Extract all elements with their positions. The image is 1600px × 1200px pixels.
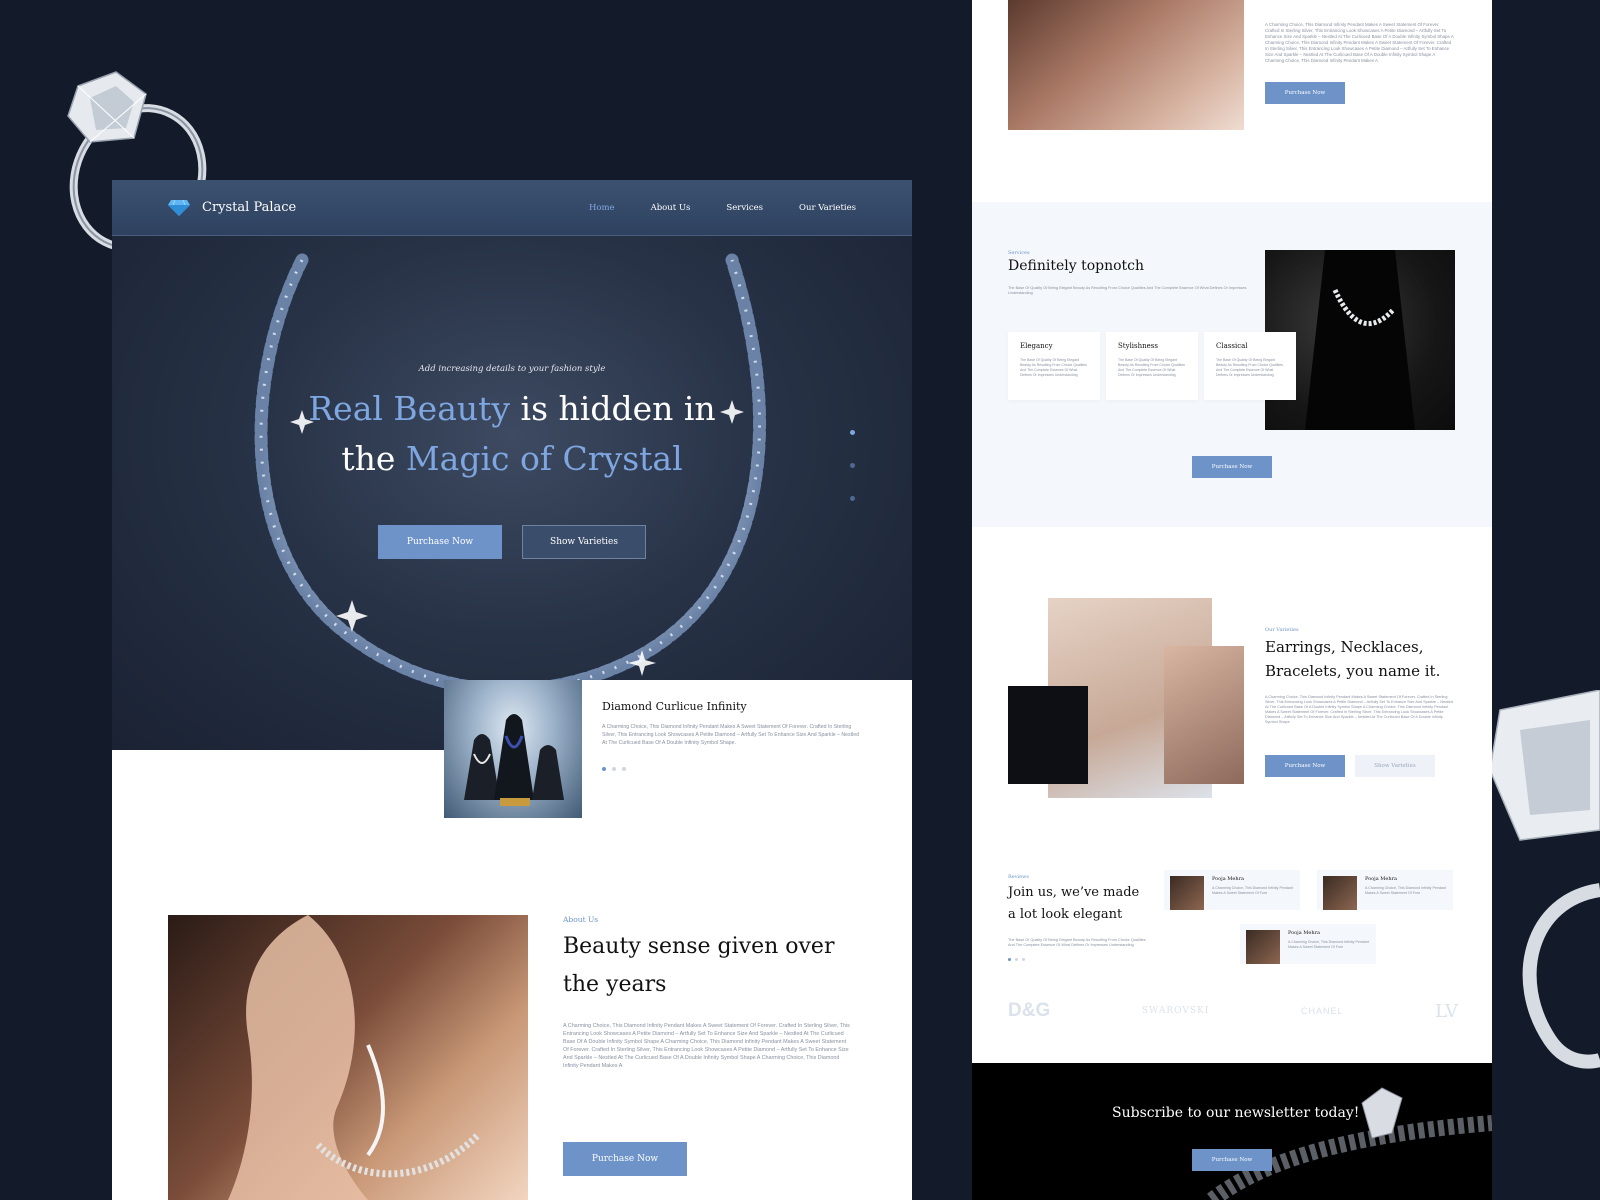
ring-illustration-right: [1490, 690, 1600, 1069]
varieties-eyebrow: Our Varieties: [1265, 627, 1299, 633]
review-card: Pooja Mehra A Charming Choice, This Diam…: [1240, 924, 1376, 964]
necklace-thumbnail: [1008, 686, 1088, 784]
services-purchase-button[interactable]: Purchase Now: [1192, 456, 1272, 478]
about-purchase-button[interactable]: Purchase Now: [563, 1142, 687, 1176]
slider-dot[interactable]: [622, 767, 626, 771]
top-nav: Crystal Palace Home About Us Services Ou…: [112, 180, 912, 236]
review-text: A Charming Choice, This Diamond Infinity…: [1365, 886, 1446, 895]
card-slider-dots: [602, 767, 892, 771]
slider-dot[interactable]: [602, 767, 606, 771]
feature-card: Elegancy The Base Of Quality Of Being El…: [1008, 332, 1100, 400]
jewelry-display-illustration: [464, 714, 564, 806]
feature-description: The Base Of Quality Of Being Elegant Bea…: [1020, 358, 1087, 377]
slider-dot[interactable]: [1008, 958, 1011, 961]
brand-name[interactable]: Crystal Palace: [202, 200, 296, 215]
diamond-icon: [168, 199, 190, 216]
avatar: [1246, 930, 1280, 964]
avatar: [1323, 876, 1357, 910]
nav-about-us[interactable]: About Us: [651, 203, 691, 213]
brand-logo-lv: LV: [1435, 1000, 1458, 1022]
reviewer-name: Pooja Mehra: [1212, 876, 1244, 882]
feature-description: The Base Of Quality Of Being Elegant Bea…: [1216, 358, 1283, 377]
heart-ring-illustration: [1207, 1087, 1492, 1200]
purchase-now-button-small[interactable]: Purchase Now: [1265, 82, 1345, 104]
reviews-description: The Base Of Quality Of Being Elegant Bea…: [1008, 938, 1146, 947]
newsletter-section: Subscribe to our newsletter today! Purch…: [972, 1063, 1492, 1200]
varieties-title: Earrings, Necklaces, Bracelets, you name…: [1265, 638, 1441, 680]
about-section: About Us Beauty sense given over the yea…: [563, 915, 863, 1070]
brand-logo-swarovski: SWAROVSKI: [1141, 1006, 1210, 1016]
model-earring-illustration: [228, 915, 481, 1200]
feature-description: The Base Of Quality Of Being Elegant Bea…: [1118, 358, 1185, 377]
about-paragraph: A Charming Choice, This Diamond Infinity…: [563, 1023, 850, 1069]
services-section: Services Definitely topnotch The Base Of…: [972, 202, 1492, 527]
longpage-mockup: A Charming Choice, This Diamond Infinity…: [972, 0, 1492, 1200]
reviews-eyebrow: Reviews: [1008, 874, 1029, 880]
earring-thumbnail: [1164, 646, 1244, 784]
varieties-section: Our Varieties Earrings, Necklaces, Brace…: [1265, 627, 1455, 777]
about-paragraph-small: A Charming Choice, This Diamond Infinity…: [1265, 22, 1454, 63]
brand-logo-dg: D&G: [1008, 1000, 1051, 1021]
feature-title: Stylishness: [1118, 342, 1158, 350]
newsletter-title: Subscribe to our newsletter today!: [1112, 1105, 1360, 1121]
slider-dot[interactable]: [850, 496, 855, 501]
product-image: [444, 680, 582, 818]
reviewer-name: Pooja Mehra: [1365, 876, 1397, 882]
avatar: [1170, 876, 1204, 910]
brand-logo-chanel: CHANEL: [1300, 1006, 1344, 1016]
services-title: Definitely topnotch: [1008, 258, 1145, 274]
varieties-paragraph: A Charming Choice, This Diamond Infinity…: [1265, 695, 1454, 724]
nav-our-varieties[interactable]: Our Varieties: [799, 203, 856, 213]
slider-dot[interactable]: [850, 430, 855, 435]
hero-tagline: Add increasing details to your fashion s…: [418, 364, 606, 374]
headline-part-3: the: [341, 439, 406, 478]
about-title: Beauty sense given over the years: [563, 934, 835, 997]
homepage-mockup: Crystal Palace Home About Us Services Ou…: [112, 180, 912, 1200]
about-image: [168, 915, 528, 1200]
headline-part-4: Magic of Crystal: [405, 439, 683, 478]
brand-logos: D&G SWAROVSKI CHANEL LV: [1008, 1000, 1458, 1022]
review-card: Pooja Mehra A Charming Choice, This Diam…: [1317, 870, 1453, 910]
slider-dot[interactable]: [850, 463, 855, 468]
show-varieties-button[interactable]: Show Varieties: [522, 525, 646, 559]
nav-home[interactable]: Home: [589, 203, 615, 213]
reviewer-name: Pooja Mehra: [1288, 930, 1320, 936]
headline-part-1: Real Beauty: [308, 389, 511, 428]
slider-dot[interactable]: [612, 767, 616, 771]
feature-card: Stylishness The Base Of Quality Of Being…: [1106, 332, 1198, 400]
feature-title: Classical: [1216, 342, 1248, 350]
product-card: Diamond Curlicue Infinity A Charming Cho…: [582, 680, 912, 771]
newsletter-button[interactable]: Purchase Now: [1192, 1149, 1272, 1171]
review-text: A Charming Choice, This Diamond Infinity…: [1288, 940, 1369, 949]
reviews-section: Reviews Join us, we’ve made a lot look e…: [1008, 874, 1148, 961]
slider-dot[interactable]: [1022, 958, 1025, 961]
feature-title: Elegancy: [1020, 342, 1053, 350]
hero-section: Crystal Palace Home About Us Services Ou…: [112, 180, 912, 750]
review-text: A Charming Choice, This Diamond Infinity…: [1212, 886, 1293, 895]
reviews-title: Join us, we’ve made a lot look elegant: [1008, 885, 1140, 922]
slider-dot[interactable]: [1015, 958, 1018, 961]
feature-card: Classical The Base Of Quality Of Being E…: [1204, 332, 1296, 400]
hero-headline: Real Beauty is hidden in the Magic of Cr…: [112, 384, 912, 484]
necklace-model-image: [1008, 0, 1244, 130]
services-description: The Base Of Quality Of Being Elegant Bea…: [1008, 286, 1247, 295]
about-eyebrow: About Us: [563, 915, 599, 924]
headline-part-2: is hidden in: [510, 389, 716, 428]
review-card: Pooja Mehra A Charming Choice, This Diam…: [1164, 870, 1300, 910]
hero-slider-dots: [850, 430, 855, 501]
product-description: A Charming Choice, This Diamond Infinity…: [602, 724, 860, 746]
product-title[interactable]: Diamond Curlicue Infinity: [602, 700, 892, 713]
nav-services[interactable]: Services: [726, 203, 763, 213]
services-eyebrow: Services: [1008, 250, 1030, 256]
varieties-purchase-button[interactable]: Purchase Now: [1265, 755, 1345, 777]
varieties-show-button[interactable]: Show Varieties: [1355, 755, 1435, 777]
purchase-now-button[interactable]: Purchase Now: [378, 525, 502, 559]
